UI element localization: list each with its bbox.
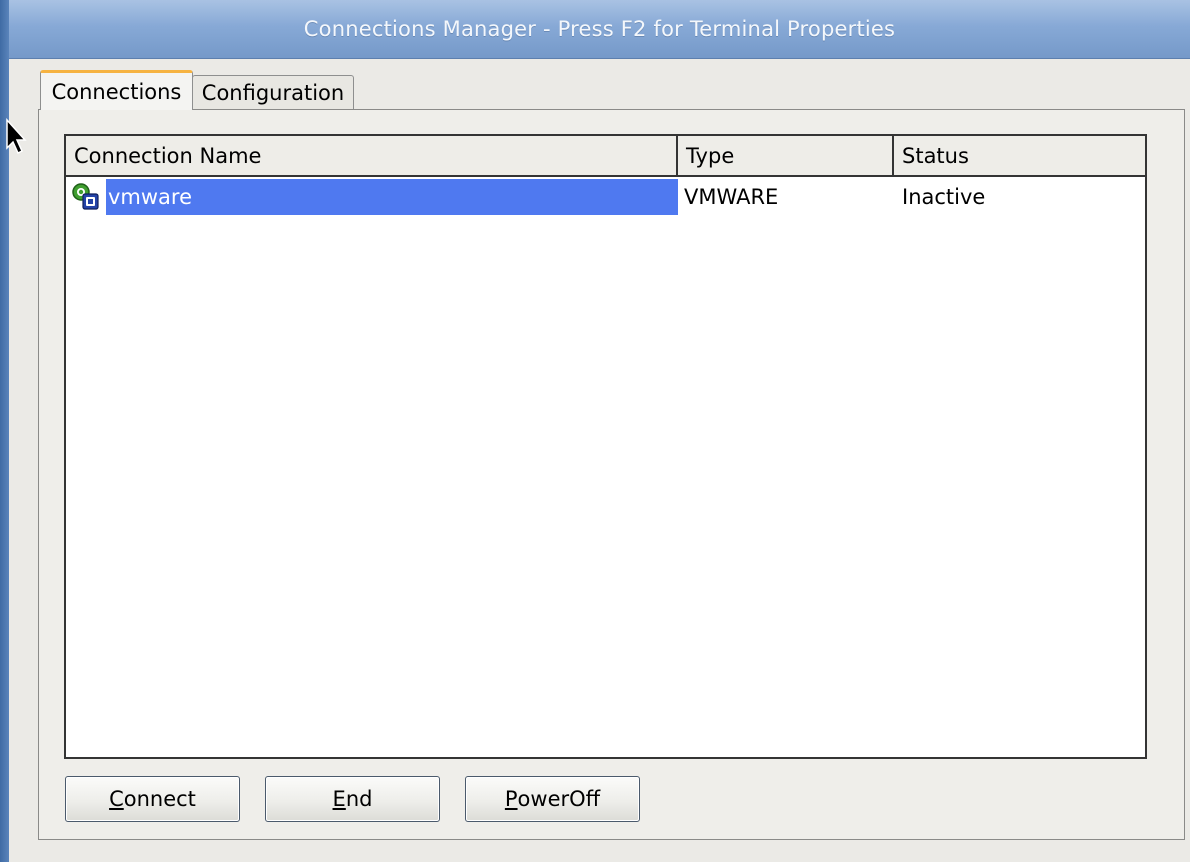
cell-status: Inactive bbox=[894, 179, 1145, 215]
end-label-rest: nd bbox=[345, 787, 373, 811]
end-mnemonic: E bbox=[332, 787, 346, 811]
connect-button[interactable]: Connect bbox=[65, 776, 240, 822]
tab-bar: Connections Configuration bbox=[40, 70, 354, 110]
connections-table[interactable]: Connection Name Type Status vmware VMWAR… bbox=[64, 134, 1147, 759]
column-header-label: Type bbox=[686, 143, 735, 168]
tab-configuration[interactable]: Configuration bbox=[192, 75, 354, 110]
column-header-connection-name[interactable]: Connection Name bbox=[66, 136, 678, 175]
column-header-label: Connection Name bbox=[74, 143, 262, 168]
window-titlebar[interactable]: Connections Manager - Press F2 for Termi… bbox=[9, 0, 1190, 59]
table-header: Connection Name Type Status bbox=[66, 136, 1145, 177]
connection-name-value: vmware bbox=[108, 185, 193, 209]
poweroff-mnemonic: P bbox=[504, 787, 518, 811]
connect-mnemonic: C bbox=[109, 787, 124, 811]
mouse-pointer-icon bbox=[6, 118, 27, 155]
table-row[interactable]: vmware VMWARE Inactive bbox=[66, 178, 1145, 216]
action-buttons: Connect End PowerOff bbox=[65, 776, 665, 822]
connect-label-rest: onnect bbox=[123, 787, 196, 811]
tab-configuration-label: Configuration bbox=[201, 81, 345, 105]
cell-connection-name: vmware bbox=[66, 179, 678, 215]
connection-type-value: VMWARE bbox=[684, 185, 779, 209]
window-title: Connections Manager - Press F2 for Termi… bbox=[303, 17, 896, 41]
cell-type: VMWARE bbox=[678, 179, 894, 215]
tab-connections[interactable]: Connections bbox=[40, 70, 193, 110]
poweroff-button[interactable]: PowerOff bbox=[465, 776, 640, 822]
column-header-status[interactable]: Status bbox=[894, 136, 1145, 175]
column-header-label: Status bbox=[902, 143, 969, 168]
cell-connection-name-text: vmware bbox=[106, 179, 678, 215]
connection-status-value: Inactive bbox=[902, 185, 986, 209]
poweroff-label-rest: owerOff bbox=[517, 787, 601, 811]
tab-connections-label: Connections bbox=[51, 79, 182, 104]
vmware-connection-icon bbox=[72, 183, 99, 210]
column-header-type[interactable]: Type bbox=[678, 136, 894, 175]
connections-panel: Connection Name Type Status vmware VMWAR… bbox=[38, 109, 1185, 840]
window-body: Connections Configuration Connection Nam… bbox=[9, 59, 1190, 862]
end-button[interactable]: End bbox=[265, 776, 440, 822]
